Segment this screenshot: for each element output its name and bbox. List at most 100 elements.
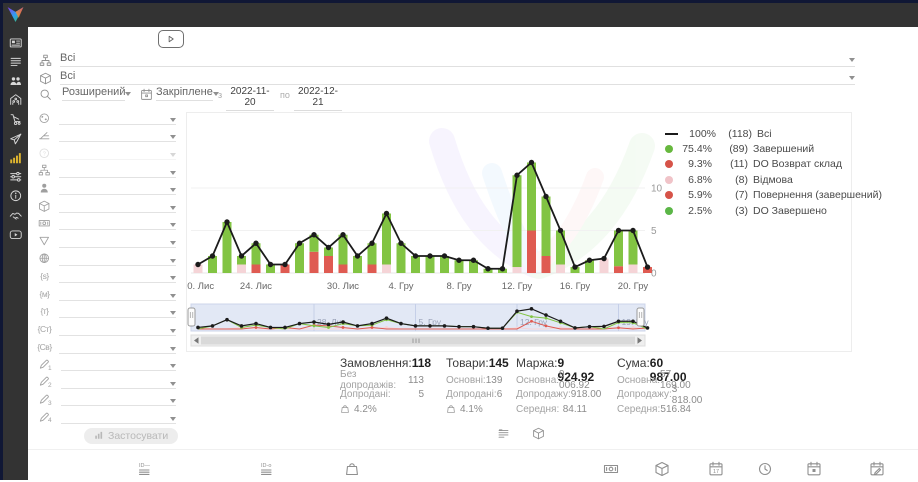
legend-dot-swatch [665, 207, 673, 215]
sidebar-item-stats[interactable] [3, 148, 28, 167]
pencil-subscript: 3 [48, 400, 54, 407]
filter-select-15[interactable] [61, 357, 176, 371]
filter-row-6 [37, 197, 176, 215]
period-select[interactable]: Закріплене [156, 84, 213, 101]
legend-item-3[interactable]: 9.3% (11) DO Возврат склад [665, 157, 847, 172]
legend-label: Завершений [753, 143, 814, 155]
legend-line-swatch [665, 133, 678, 135]
chevron-down-icon [170, 399, 176, 403]
sidebar-item-video[interactable] [3, 225, 28, 244]
chevron-down-icon [125, 92, 131, 96]
filter-select-1[interactable] [59, 111, 176, 125]
trolley-icon [9, 113, 23, 127]
clock-icon[interactable] [757, 461, 773, 482]
sidebar-item-users[interactable] [3, 71, 28, 90]
filter-row-5 [37, 179, 176, 197]
legend-percent: 75.4% [678, 143, 712, 155]
top-accent-line [0, 0, 918, 3]
apply-button-label: Застосувати [108, 430, 168, 442]
legend-item-5[interactable]: 5.9%(7)Повернення (завершений) [665, 188, 847, 203]
svg-text:?: ? [43, 151, 47, 157]
legend-label: Повернення (завершений) [753, 189, 882, 201]
sidebar-item-trolley[interactable] [3, 110, 28, 129]
filter-select-7[interactable] [59, 216, 176, 230]
filter-row-7 [37, 215, 176, 233]
sidebar-item-send[interactable] [3, 129, 28, 148]
filter-row-8 [37, 232, 176, 250]
filter-select-13[interactable] [59, 322, 176, 336]
filter-select-2[interactable] [59, 128, 176, 142]
apply-button[interactable]: Застосувати [84, 428, 178, 444]
date-from-label: з [218, 90, 222, 100]
filter-select-10[interactable] [59, 269, 176, 283]
filter-select-8[interactable] [59, 234, 176, 248]
package-icon [37, 200, 52, 213]
stat-row: Середня:516.84 [617, 402, 691, 417]
date-from-field[interactable]: 2022-11-20 [226, 86, 274, 111]
legend-item-1[interactable]: 100%(118)Всі [665, 126, 847, 141]
app-logo[interactable] [5, 4, 26, 25]
view-toggle-cube-view[interactable] [532, 427, 545, 440]
legend-count: (7) [719, 189, 748, 201]
legend-label: DO Возврат склад [753, 158, 842, 170]
filter-row-2 [37, 127, 176, 145]
filter-row-9 [37, 250, 176, 268]
id-o-lines-icon[interactable]: ID-o [260, 461, 276, 482]
sidebar-item-partners[interactable] [3, 206, 28, 225]
svg-text:10: 10 [651, 184, 663, 195]
braces-glyph: {Св} [37, 342, 52, 352]
svg-text:20. Гру: 20. Гру [618, 281, 649, 292]
warehouse-icon [9, 93, 23, 107]
view-toggle-list-view[interactable] [497, 427, 510, 440]
partners-icon [9, 209, 23, 223]
play-icon [165, 33, 177, 45]
filter-row-18: 4 [37, 408, 176, 426]
calendar-edit-icon[interactable] [869, 461, 885, 482]
legend-count: (118) [723, 128, 752, 140]
filter-select-12[interactable] [59, 304, 176, 318]
svg-text:8. Гру: 8. Гру [446, 281, 471, 292]
filter-select-9[interactable] [59, 252, 176, 266]
filter-select-17[interactable] [61, 392, 176, 406]
video-tutorial-button[interactable] [158, 30, 184, 48]
chevron-down-icon [170, 259, 176, 263]
legend-percent: 9.3% [678, 158, 712, 170]
date-to-field[interactable]: 2022-12-21 [294, 86, 342, 111]
filter-select-14[interactable] [59, 340, 176, 354]
filter-select-5[interactable] [59, 181, 176, 195]
search-icon [39, 88, 52, 101]
legend-item-2[interactable]: 75.4%(89)Завершений [665, 141, 847, 156]
calendar-in-icon[interactable] [806, 461, 822, 482]
calendar-17-icon[interactable]: 17 [708, 461, 724, 482]
legend-count: (11) [719, 158, 748, 170]
svg-text:16. Гру: 16. Гру [560, 281, 591, 292]
stat-column-4: Сума:60 987.00Основна:57 169.00Допродажу… [617, 356, 691, 417]
bag-icon[interactable] [344, 461, 360, 482]
legend-item-4[interactable]: 6.8%(8)Відмова [665, 172, 847, 187]
sidebar-item-info[interactable] [3, 187, 28, 206]
package-icon[interactable] [654, 461, 670, 482]
id-lines-icon[interactable]: ID— [138, 461, 154, 482]
filter-row-15: 1 [37, 355, 176, 373]
banknote-icon[interactable] [603, 461, 619, 482]
filter-select-16[interactable] [61, 375, 176, 389]
search-mode-select[interactable]: Розширений [62, 84, 125, 101]
legend-item-6[interactable]: 2.5%(3)DO Завершено [665, 203, 847, 218]
sidebar-item-list[interactable] [3, 52, 28, 71]
funnel-icon [37, 235, 52, 248]
sidebar-item-warehouse[interactable] [3, 91, 28, 110]
chevron-down-icon [170, 241, 176, 245]
chevron-down-icon [849, 58, 855, 62]
sidebar-item-sliders[interactable] [3, 167, 28, 186]
filter-select-4[interactable] [59, 164, 176, 178]
date-to-label: по [280, 90, 290, 100]
filter-select-18[interactable] [61, 410, 176, 424]
chevron-down-icon [170, 188, 176, 192]
filter-select-11[interactable] [59, 287, 176, 301]
product-filter-select[interactable]: Всі [60, 68, 855, 85]
status-filter-select[interactable]: Всі [60, 50, 855, 67]
sidebar-item-dashboard[interactable] [3, 33, 28, 52]
filter-select-6[interactable] [59, 199, 176, 213]
person-icon [37, 182, 52, 195]
sliders-icon [9, 170, 23, 184]
